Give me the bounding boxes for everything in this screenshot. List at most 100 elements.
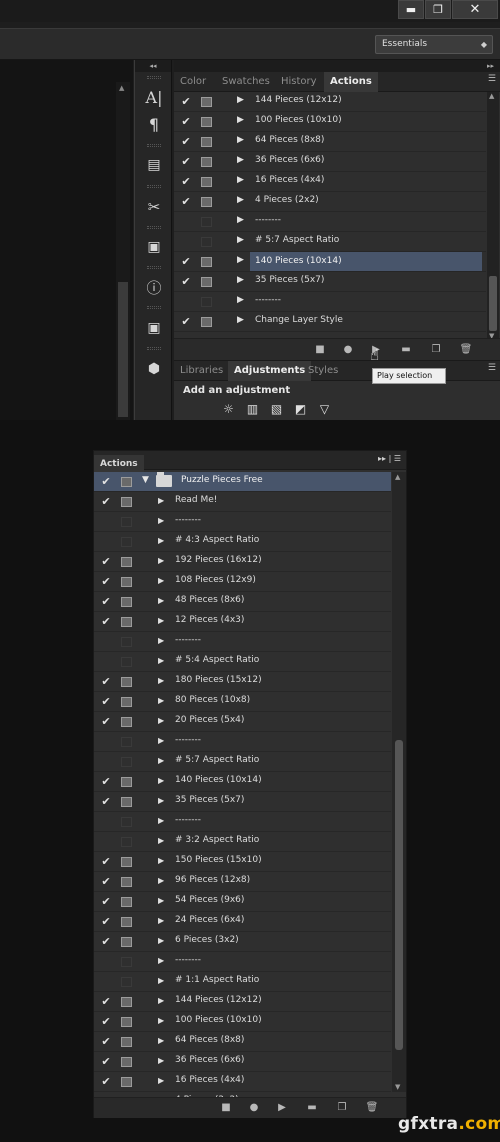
checkmark-icon[interactable]: ✔ bbox=[100, 475, 112, 488]
expand-right-icon[interactable]: ▶ bbox=[237, 215, 244, 225]
expand-right-icon[interactable]: ▶ bbox=[158, 1056, 164, 1065]
panel-menu-icon[interactable]: ☰ bbox=[488, 363, 496, 373]
checkmark-icon[interactable]: ✔ bbox=[100, 1055, 112, 1068]
dialog-toggle-icon[interactable] bbox=[121, 497, 132, 507]
panel-menu-icon[interactable]: ▸▸ | ☰ bbox=[378, 454, 401, 463]
tool-presets-icon[interactable]: ✂ bbox=[139, 194, 169, 220]
action-row[interactable]: ✔ ▶ 100 Pieces (10x10) bbox=[94, 1012, 391, 1032]
expand-right-icon[interactable]: ▶ bbox=[158, 1036, 164, 1045]
action-row[interactable]: ▶ -------- bbox=[94, 732, 391, 752]
dialog-toggle-icon[interactable] bbox=[121, 1017, 132, 1027]
dialog-toggle-icon[interactable] bbox=[121, 717, 132, 727]
dialog-toggle-icon[interactable] bbox=[121, 837, 132, 847]
action-row[interactable]: ▶ -------- bbox=[94, 632, 391, 652]
action-row[interactable]: ▶ -------- bbox=[94, 512, 391, 532]
grip-icon[interactable] bbox=[147, 76, 161, 79]
action-set-row[interactable]: ✔ ▼ Puzzle Pieces Free bbox=[94, 472, 391, 492]
action-row[interactable]: ✔ ▶ 100 Pieces (10x10) bbox=[174, 112, 486, 132]
checkmark-icon[interactable]: ✔ bbox=[180, 115, 192, 128]
checkmark-icon[interactable]: ✔ bbox=[100, 495, 112, 508]
action-row[interactable]: ▶ -------- bbox=[94, 952, 391, 972]
expand-right-icon[interactable]: ▶ bbox=[158, 676, 164, 685]
expand-right-icon[interactable]: ▶ bbox=[158, 596, 164, 605]
notes-icon[interactable]: ▤ bbox=[139, 152, 169, 178]
action-row[interactable]: ✔ ▶ Change Layer Style bbox=[174, 312, 486, 332]
clone-source-icon[interactable]: ▣ bbox=[139, 234, 169, 260]
checkmark-icon[interactable]: ✔ bbox=[100, 675, 112, 688]
strip-collapse-icon[interactable]: ◂◂ bbox=[135, 60, 171, 72]
checkmark-icon[interactable]: ✔ bbox=[100, 555, 112, 568]
expand-right-icon[interactable]: ▶ bbox=[158, 796, 164, 805]
action-row[interactable]: ▶ -------- bbox=[174, 292, 486, 312]
grip-icon[interactable] bbox=[147, 306, 161, 309]
curves-icon[interactable]: ▧ bbox=[268, 402, 285, 417]
dialog-toggle-icon[interactable] bbox=[121, 957, 132, 967]
action-row[interactable]: ✔ ▶ 12 Pieces (4x3) bbox=[94, 612, 391, 632]
action-row[interactable]: ▶ -------- bbox=[94, 812, 391, 832]
dialog-toggle-icon[interactable] bbox=[201, 237, 212, 247]
checkmark-icon[interactable]: ✔ bbox=[100, 595, 112, 608]
dialog-toggle-icon[interactable] bbox=[121, 617, 132, 627]
expand-right-icon[interactable]: ▶ bbox=[158, 836, 164, 845]
expand-right-icon[interactable]: ▶ bbox=[237, 295, 244, 305]
actions-scrollbar[interactable]: ▲ ▼ bbox=[392, 472, 406, 1092]
action-row[interactable]: ✔ ▶ 64 Pieces (8x8) bbox=[94, 1032, 391, 1052]
dialog-toggle-icon[interactable] bbox=[201, 257, 212, 267]
expand-right-icon[interactable]: ▶ bbox=[158, 876, 164, 885]
grip-icon[interactable] bbox=[147, 144, 161, 147]
panel-collapse-icon[interactable]: ▸▸ bbox=[174, 60, 500, 72]
tab-adjustments[interactable]: Adjustments bbox=[228, 361, 312, 381]
checkmark-icon[interactable]: ✔ bbox=[100, 615, 112, 628]
dialog-toggle-icon[interactable] bbox=[121, 517, 132, 527]
grip-icon[interactable] bbox=[147, 347, 161, 350]
checkmark-icon[interactable]: ✔ bbox=[100, 915, 112, 928]
scrollbar-thumb[interactable] bbox=[489, 276, 497, 331]
action-row[interactable]: ▶ # 5:7 Aspect Ratio bbox=[174, 232, 486, 252]
scrollbar-thumb[interactable] bbox=[395, 740, 403, 1050]
scroll-up-icon[interactable]: ▲ bbox=[489, 92, 494, 100]
play-icon[interactable]: ▶ bbox=[274, 1100, 290, 1116]
dialog-toggle-icon[interactable] bbox=[201, 157, 212, 167]
action-row[interactable]: ✔ ▶ Read Me! bbox=[94, 492, 391, 512]
action-row[interactable]: ✔ ▶ 36 Pieces (6x6) bbox=[174, 152, 486, 172]
expand-right-icon[interactable]: ▶ bbox=[158, 616, 164, 625]
dialog-toggle-icon[interactable] bbox=[121, 677, 132, 687]
expand-right-icon[interactable]: ▶ bbox=[158, 516, 164, 525]
dialog-toggle-icon[interactable] bbox=[201, 177, 212, 187]
expand-right-icon[interactable]: ▶ bbox=[158, 536, 164, 545]
checkmark-icon[interactable]: ✔ bbox=[180, 175, 192, 188]
new-action-icon[interactable]: ❐ bbox=[334, 1100, 350, 1116]
checkmark-icon[interactable]: ✔ bbox=[100, 715, 112, 728]
checkmark-icon[interactable]: ✔ bbox=[100, 1035, 112, 1048]
action-row[interactable]: ✔ ▶ 54 Pieces (9x6) bbox=[94, 892, 391, 912]
dialog-toggle-icon[interactable] bbox=[121, 537, 132, 547]
grip-icon[interactable] bbox=[147, 226, 161, 229]
checkmark-icon[interactable]: ✔ bbox=[100, 935, 112, 948]
dialog-toggle-icon[interactable] bbox=[121, 477, 132, 487]
checkmark-icon[interactable]: ✔ bbox=[100, 895, 112, 908]
expand-right-icon[interactable]: ▶ bbox=[158, 1076, 164, 1085]
checkmark-icon[interactable]: ✔ bbox=[100, 575, 112, 588]
dialog-toggle-icon[interactable] bbox=[201, 217, 212, 227]
dialog-toggle-icon[interactable] bbox=[121, 597, 132, 607]
expand-right-icon[interactable]: ▶ bbox=[237, 115, 244, 125]
expand-right-icon[interactable]: ▶ bbox=[237, 175, 244, 185]
action-row[interactable]: ✔ ▶ 24 Pieces (6x4) bbox=[94, 912, 391, 932]
checkmark-icon[interactable]: ✔ bbox=[100, 1015, 112, 1028]
dialog-toggle-icon[interactable] bbox=[121, 657, 132, 667]
close-button[interactable]: ✕ bbox=[452, 0, 498, 19]
dialog-toggle-icon[interactable] bbox=[201, 297, 212, 307]
gradient-map-icon[interactable]: ▽ bbox=[316, 402, 333, 417]
checkmark-icon[interactable]: ✔ bbox=[180, 135, 192, 148]
action-row[interactable]: ✔ ▶ 140 Pieces (10x14) bbox=[94, 772, 391, 792]
action-row[interactable]: ✔ ▶ 144 Pieces (12x12) bbox=[174, 92, 486, 112]
checkmark-icon[interactable]: ✔ bbox=[180, 275, 192, 288]
action-row[interactable]: ✔ ▶ 180 Pieces (15x12) bbox=[94, 672, 391, 692]
checkmark-icon[interactable]: ✔ bbox=[100, 875, 112, 888]
action-row[interactable]: ▶ # 5:7 Aspect Ratio bbox=[94, 752, 391, 772]
expand-right-icon[interactable]: ▶ bbox=[237, 255, 244, 265]
expand-right-icon[interactable]: ▶ bbox=[237, 155, 244, 165]
action-row[interactable]: ▶ -------- bbox=[174, 212, 486, 232]
canvas-scrollbar[interactable]: ▲ bbox=[116, 82, 130, 420]
action-row[interactable]: ✔ ▶ 4 Pieces (2x2) bbox=[174, 192, 486, 212]
